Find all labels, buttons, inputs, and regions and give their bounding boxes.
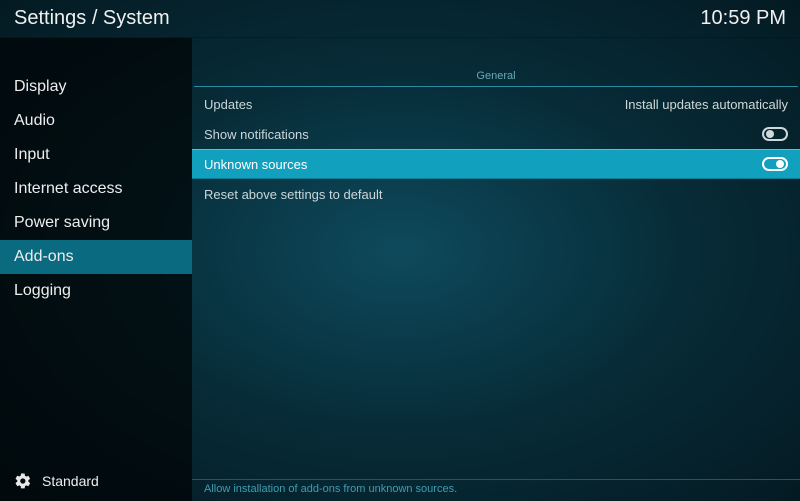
row-updates[interactable]: Updates Install updates automatically (192, 89, 800, 119)
row-updates-label: Updates (204, 97, 252, 112)
settings-level-label: Standard (42, 473, 99, 489)
row-show-notifications[interactable]: Show notifications (192, 119, 800, 149)
toggle-show-notifications[interactable] (762, 127, 788, 141)
sidebar-item-audio[interactable]: Audio (0, 104, 192, 138)
settings-level-button[interactable]: Standard (0, 461, 192, 501)
row-reset-defaults[interactable]: Reset above settings to default (192, 179, 800, 209)
row-reset-defaults-label: Reset above settings to default (204, 187, 383, 202)
body: Display Audio Input Internet access Powe… (0, 38, 800, 501)
gear-icon (14, 472, 32, 490)
sidebar-item-power-saving[interactable]: Power saving (0, 206, 192, 240)
toggle-knob (766, 130, 774, 138)
toggle-knob (776, 160, 784, 168)
page-title: Settings / System (14, 7, 170, 30)
row-unknown-sources[interactable]: Unknown sources (192, 149, 800, 179)
sidebar-spacer (0, 308, 192, 461)
hint-text: Allow installation of add-ons from unkno… (192, 479, 800, 501)
panel-spacer (192, 209, 800, 479)
toggle-unknown-sources[interactable] (762, 157, 788, 171)
sidebar-item-display[interactable]: Display (0, 70, 192, 104)
row-show-notifications-label: Show notifications (204, 127, 309, 142)
sidebar-item-internet-access[interactable]: Internet access (0, 172, 192, 206)
row-unknown-sources-label: Unknown sources (204, 157, 307, 172)
sidebar-item-input[interactable]: Input (0, 138, 192, 172)
sidebar: Display Audio Input Internet access Powe… (0, 38, 192, 501)
clock: 10:59 PM (700, 7, 786, 30)
section-header-general: General (194, 70, 798, 87)
sidebar-item-add-ons[interactable]: Add-ons (0, 240, 192, 274)
row-updates-value: Install updates automatically (625, 97, 788, 112)
sidebar-item-logging[interactable]: Logging (0, 274, 192, 308)
header-bar: Settings / System 10:59 PM (0, 0, 800, 38)
settings-panel: General Updates Install updates automati… (192, 38, 800, 501)
